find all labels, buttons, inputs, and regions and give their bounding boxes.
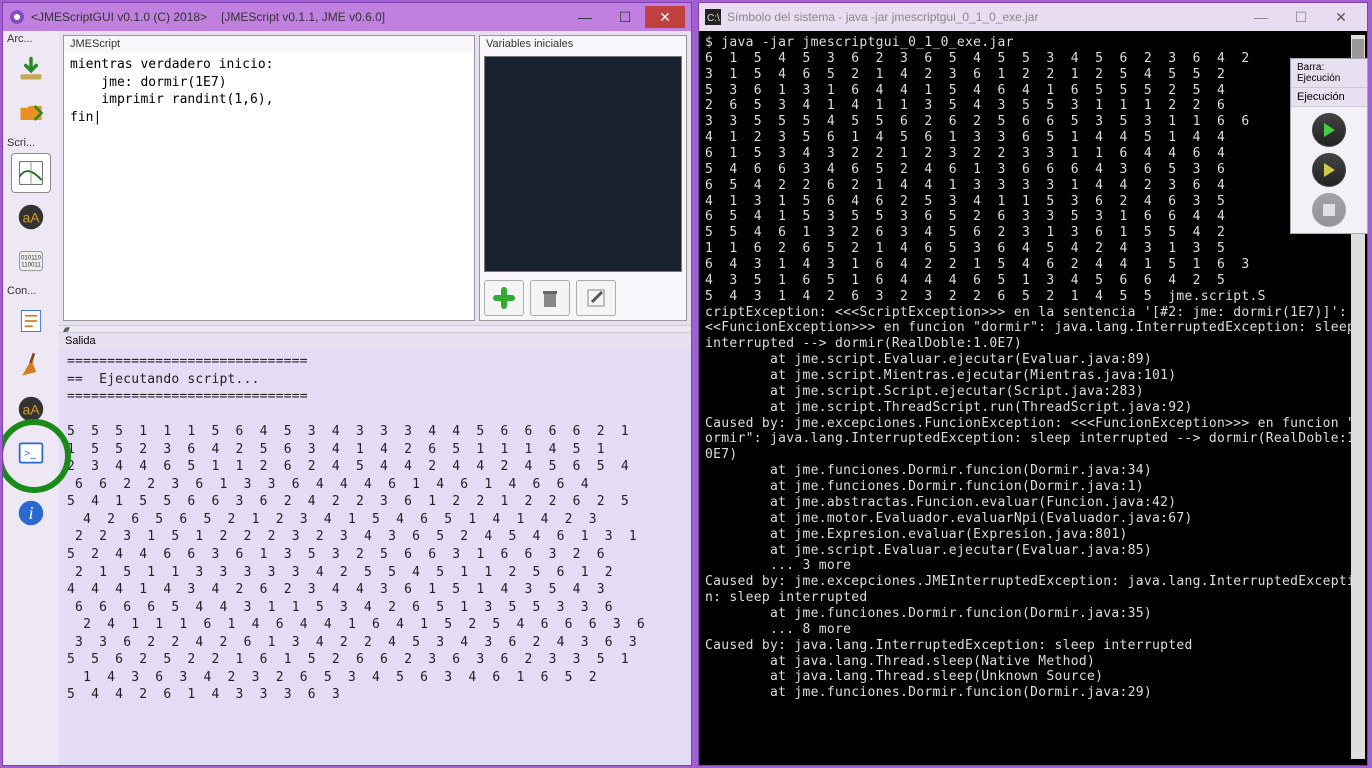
svg-text:C:\: C:\: [707, 13, 720, 24]
svg-text:010110: 010110: [21, 254, 42, 261]
close-button[interactable]: [645, 6, 685, 28]
main-window: <JMEScriptGUI v0.1.0 (C) 2018> [JMEScrip…: [2, 2, 692, 766]
section-arc: Arc...: [3, 33, 33, 45]
console-window: C:\ Símbolo del sistema - java -jar jmes…: [698, 2, 1368, 766]
stop-button[interactable]: [1312, 193, 1346, 227]
cmd-icon: C:\: [705, 9, 721, 25]
font-dark-icon[interactable]: aA: [11, 197, 51, 237]
app-icon: [9, 9, 25, 25]
console-output[interactable]: $ java -jar jmescriptgui_0_1_0_exe.jar 6…: [699, 31, 1367, 765]
svg-text:i: i: [29, 503, 34, 523]
title-left: <JMEScriptGUI v0.1.0 (C) 2018>: [31, 10, 207, 24]
graph-icon[interactable]: [11, 153, 51, 193]
main-titlebar[interactable]: <JMEScriptGUI v0.1.0 (C) 2018> [JMEScrip…: [3, 3, 691, 31]
svg-text:>_: >_: [24, 448, 36, 460]
execution-barra: Barra: Ejecución: [1291, 59, 1367, 88]
vars-canvas[interactable]: [484, 56, 682, 272]
left-toolbar: Arc... Scri... aA 010110110011 Con...: [3, 31, 59, 765]
code-editor[interactable]: mientras verdadero inicio: jme: dormir(1…: [64, 52, 474, 320]
code-panel: JMEScript mientras verdadero inicio: jme…: [63, 35, 475, 321]
svg-text:aA: aA: [22, 209, 40, 225]
minimize-button[interactable]: [565, 6, 605, 28]
console-minimize-button[interactable]: [1241, 6, 1281, 28]
console-titlebar[interactable]: C:\ Símbolo del sistema - java -jar jmes…: [699, 3, 1367, 31]
broom-icon[interactable]: [11, 345, 51, 385]
svg-text:aA: aA: [22, 401, 40, 417]
run-alt-button[interactable]: [1312, 153, 1346, 187]
download-icon[interactable]: [11, 49, 51, 89]
output-area[interactable]: ============================== == Ejecut…: [59, 349, 691, 765]
splitter[interactable]: [59, 325, 691, 333]
binary-icon[interactable]: 010110110011: [11, 241, 51, 281]
execution-label: Ejecución: [1291, 88, 1367, 107]
section-scri: Scri...: [3, 137, 35, 149]
code-panel-label: JMEScript: [64, 36, 474, 52]
section-con: Con...: [3, 285, 36, 297]
execution-panel[interactable]: Barra: Ejecución Ejecución: [1290, 58, 1368, 234]
vars-panel-label: Variables iniciales: [480, 36, 686, 52]
svg-text:110011: 110011: [21, 261, 41, 268]
edit-button[interactable]: [576, 280, 616, 316]
console-close-button[interactable]: [1321, 6, 1361, 28]
add-button[interactable]: [484, 280, 524, 316]
maximize-button[interactable]: [605, 6, 645, 28]
console-title: Símbolo del sistema - java -jar jmescrip…: [727, 10, 1241, 24]
vars-panel: Variables iniciales: [479, 35, 687, 321]
console-maximize-button[interactable]: [1281, 6, 1321, 28]
notes-icon[interactable]: [11, 301, 51, 341]
folder-arrow-icon[interactable]: [11, 93, 51, 133]
info-icon[interactable]: i: [11, 493, 51, 533]
run-button[interactable]: [1312, 113, 1346, 147]
title-right: [JMEScript v0.1.1, JME v0.6.0]: [221, 10, 385, 24]
terminal-icon[interactable]: >_: [11, 433, 51, 473]
delete-button[interactable]: [530, 280, 570, 316]
font-dark2-icon[interactable]: aA: [11, 389, 51, 429]
output-label: Salida: [59, 333, 691, 349]
